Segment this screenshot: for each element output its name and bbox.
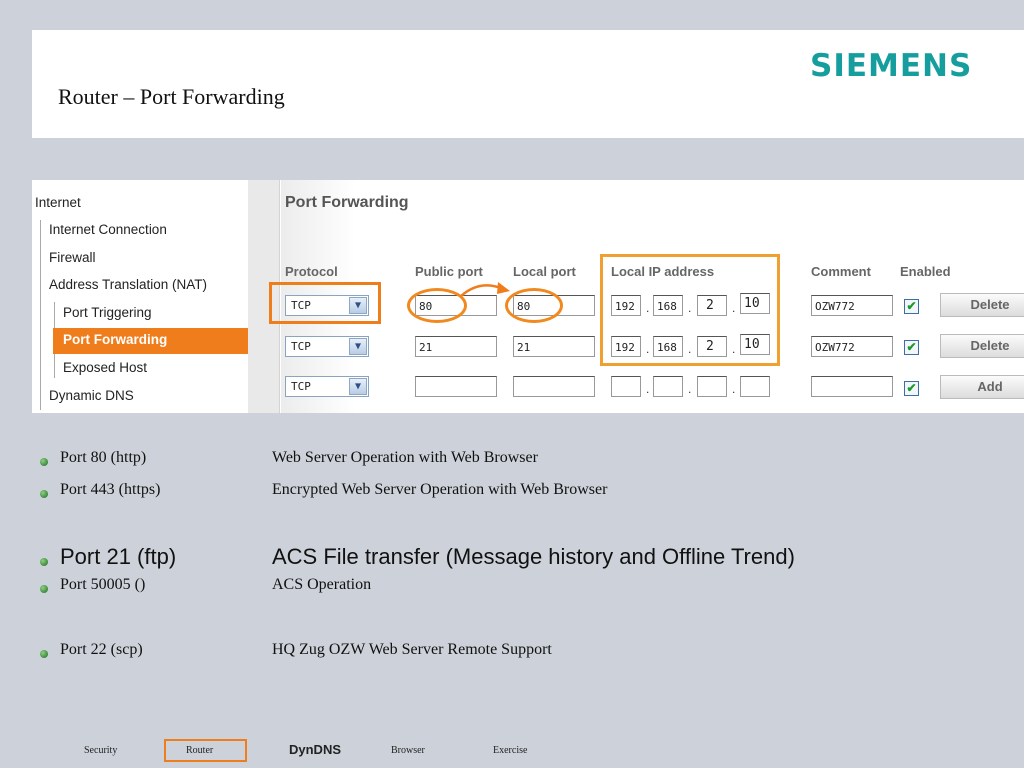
port-label: Port 80 (http) (60, 449, 147, 466)
enabled-checkbox[interactable]: ✔ (904, 299, 919, 314)
protocol-highlight-box (269, 282, 381, 324)
local-port-input[interactable] (513, 376, 595, 397)
column-header-enabled: Enabled (900, 264, 951, 279)
bullet-icon (40, 650, 48, 658)
bottom-nav-security[interactable]: Security (84, 745, 117, 756)
port-description: HQ Zug OZW Web Server Remote Support (272, 641, 552, 658)
port-forwarding-panel: Port Forwarding Protocol Public port Loc… (269, 180, 1024, 413)
public-port-input[interactable] (415, 376, 497, 397)
port-description: ACS File transfer (Message history and O… (272, 544, 795, 569)
ip-octet-input[interactable] (697, 376, 727, 397)
comment-input[interactable]: OZW772 (811, 295, 893, 316)
column-header-local-port: Local port (513, 264, 576, 279)
chevron-down-icon[interactable]: ▼ (349, 378, 367, 395)
port-description: ACS Operation (272, 576, 372, 593)
port-description: Encrypted Web Server Operation with Web … (272, 481, 608, 498)
protocol-value: TCP (291, 380, 311, 393)
bottom-nav-dyndns[interactable]: DynDNS (289, 742, 341, 757)
port-label: Port 50005 () (60, 576, 146, 593)
public-port-input[interactable]: 21 (415, 336, 497, 357)
panel-title: Port Forwarding (285, 194, 409, 211)
protocol-select[interactable]: TCP ▼ (285, 376, 369, 397)
bottom-nav-browser[interactable]: Browser (391, 745, 425, 756)
delete-button[interactable]: Delete (940, 293, 1024, 317)
ip-separator: . (732, 382, 736, 396)
column-header-public-port: Public port (415, 264, 483, 279)
local-ip-highlight-box (600, 254, 780, 366)
bullet-icon (40, 458, 48, 466)
slide-title: Router – Port Forwarding (58, 84, 285, 109)
local-port-input[interactable]: 21 (513, 336, 595, 357)
router-ui-screenshot: Internet Internet Connection Firewall Ad… (32, 180, 1024, 413)
bottom-nav-exercise[interactable]: Exercise (493, 745, 527, 756)
bottom-nav-router[interactable]: Router (186, 745, 213, 756)
ip-octet-input[interactable] (611, 376, 641, 397)
ip-separator: . (646, 382, 650, 396)
sidebar-item-firewall[interactable]: Firewall (49, 250, 96, 265)
bullet-icon (40, 490, 48, 498)
sidebar-item-port-forwarding[interactable]: Port Forwarding (63, 332, 167, 347)
ip-octet-input[interactable] (653, 376, 683, 397)
enabled-checkbox[interactable]: ✔ (904, 340, 919, 355)
sidebar-nav: Internet Internet Connection Firewall Ad… (32, 180, 257, 413)
port-label: Port 443 (https) (60, 481, 161, 498)
add-button[interactable]: Add (940, 375, 1024, 399)
column-header-comment: Comment (811, 264, 871, 279)
ip-separator: . (688, 382, 692, 396)
slide-header: Router – Port Forwarding SIEMENS (32, 30, 1024, 138)
sidebar-item-internet-connection[interactable]: Internet Connection (49, 222, 167, 237)
bullet-icon (40, 585, 48, 593)
port-label: Port 22 (scp) (60, 641, 143, 658)
arrow-icon (460, 282, 510, 297)
protocol-value: TCP (291, 340, 311, 353)
protocol-select[interactable]: TCP ▼ (285, 336, 369, 357)
bullet-icon (40, 558, 48, 566)
sidebar-item-internet[interactable]: Internet (35, 195, 81, 210)
comment-input[interactable]: OZW772 (811, 336, 893, 357)
sidebar-item-nat[interactable]: Address Translation (NAT) (49, 277, 207, 292)
tree-line (40, 220, 41, 410)
sidebar-item-port-triggering[interactable]: Port Triggering (63, 305, 152, 320)
enabled-checkbox[interactable]: ✔ (904, 381, 919, 396)
chevron-down-icon[interactable]: ▼ (349, 338, 367, 355)
sidebar-item-dynamic-dns[interactable]: Dynamic DNS (49, 388, 134, 403)
column-header-protocol: Protocol (285, 264, 338, 279)
port-label: Port 21 (ftp) (60, 544, 177, 569)
siemens-logo: SIEMENS (810, 48, 973, 84)
delete-button[interactable]: Delete (940, 334, 1024, 358)
port-description: Web Server Operation with Web Browser (272, 449, 538, 466)
ip-octet-input[interactable] (740, 376, 770, 397)
comment-input[interactable] (811, 376, 893, 397)
sidebar-item-exposed-host[interactable]: Exposed Host (63, 360, 147, 375)
